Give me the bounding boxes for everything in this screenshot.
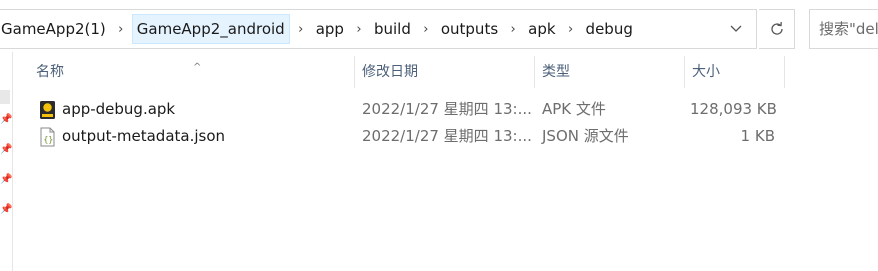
breadcrumb-item[interactable]: outputs	[437, 14, 502, 44]
file-type: APK 文件	[542, 100, 606, 118]
file-row[interactable]: {} output-metadata.json 2022/1/27 星期四 13…	[24, 123, 784, 150]
column-divider[interactable]	[784, 56, 785, 88]
breadcrumb-item[interactable]: build	[370, 14, 415, 44]
breadcrumb-item[interactable]: GameApp2(1)	[0, 14, 110, 44]
refresh-icon	[770, 21, 783, 35]
chevron-down-icon[interactable]	[716, 10, 756, 48]
column-header-type[interactable]: 类型	[534, 54, 684, 90]
file-row[interactable]: app-debug.apk 2022/1/27 星期四 13:... APK 文…	[24, 96, 784, 123]
column-header-date[interactable]: 修改日期	[354, 54, 534, 90]
pin-icon: 📌	[0, 144, 13, 155]
chevron-right-icon[interactable]: ›	[415, 22, 437, 37]
pin-icon: 📌	[0, 174, 13, 185]
file-size: 1 KB	[740, 127, 775, 145]
chevron-right-icon[interactable]: ›	[290, 22, 312, 37]
chevron-right-icon[interactable]: ›	[560, 22, 582, 37]
file-name[interactable]: app-debug.apk	[62, 96, 175, 123]
breadcrumb: GameApp2(1) › GameApp2_android › app › b…	[0, 10, 637, 48]
breadcrumb-item[interactable]: app	[312, 14, 348, 44]
file-type: JSON 源文件	[542, 127, 629, 145]
column-header-name[interactable]: ^ 名称	[28, 54, 354, 90]
column-header-row: ^ 名称 修改日期 类型 大小	[24, 54, 824, 90]
file-name[interactable]: output-metadata.json	[62, 123, 225, 150]
address-bar[interactable]: GameApp2(1) › GameApp2_android › app › b…	[0, 9, 757, 49]
sort-ascending-icon: ^	[193, 62, 202, 73]
file-size: 128,093 KB	[690, 100, 777, 118]
file-date: 2022/1/27 星期四 13:...	[362, 127, 532, 145]
refresh-button[interactable]	[759, 9, 795, 49]
json-file-icon: {}	[40, 127, 55, 147]
file-date: 2022/1/27 星期四 13:...	[362, 100, 532, 118]
chevron-right-icon[interactable]: ›	[502, 22, 524, 37]
chevron-right-icon[interactable]: ›	[110, 22, 132, 37]
pin-icon: 📌	[0, 114, 13, 125]
column-header-size[interactable]: 大小	[684, 54, 784, 90]
navigation-pane[interactable]: 📌 📌 📌 📌	[0, 52, 13, 271]
pin-icon: 📌	[0, 204, 13, 215]
breadcrumb-item[interactable]: GameApp2_android	[131, 14, 290, 44]
breadcrumb-item[interactable]: apk	[524, 14, 559, 44]
chevron-right-icon[interactable]: ›	[348, 22, 370, 37]
breadcrumb-item[interactable]: debug	[582, 14, 637, 44]
search-input[interactable]: 搜索"del	[809, 9, 878, 49]
svg-text:{}: {}	[44, 135, 54, 144]
nav-item[interactable]	[0, 90, 10, 104]
apk-file-icon	[40, 101, 55, 119]
